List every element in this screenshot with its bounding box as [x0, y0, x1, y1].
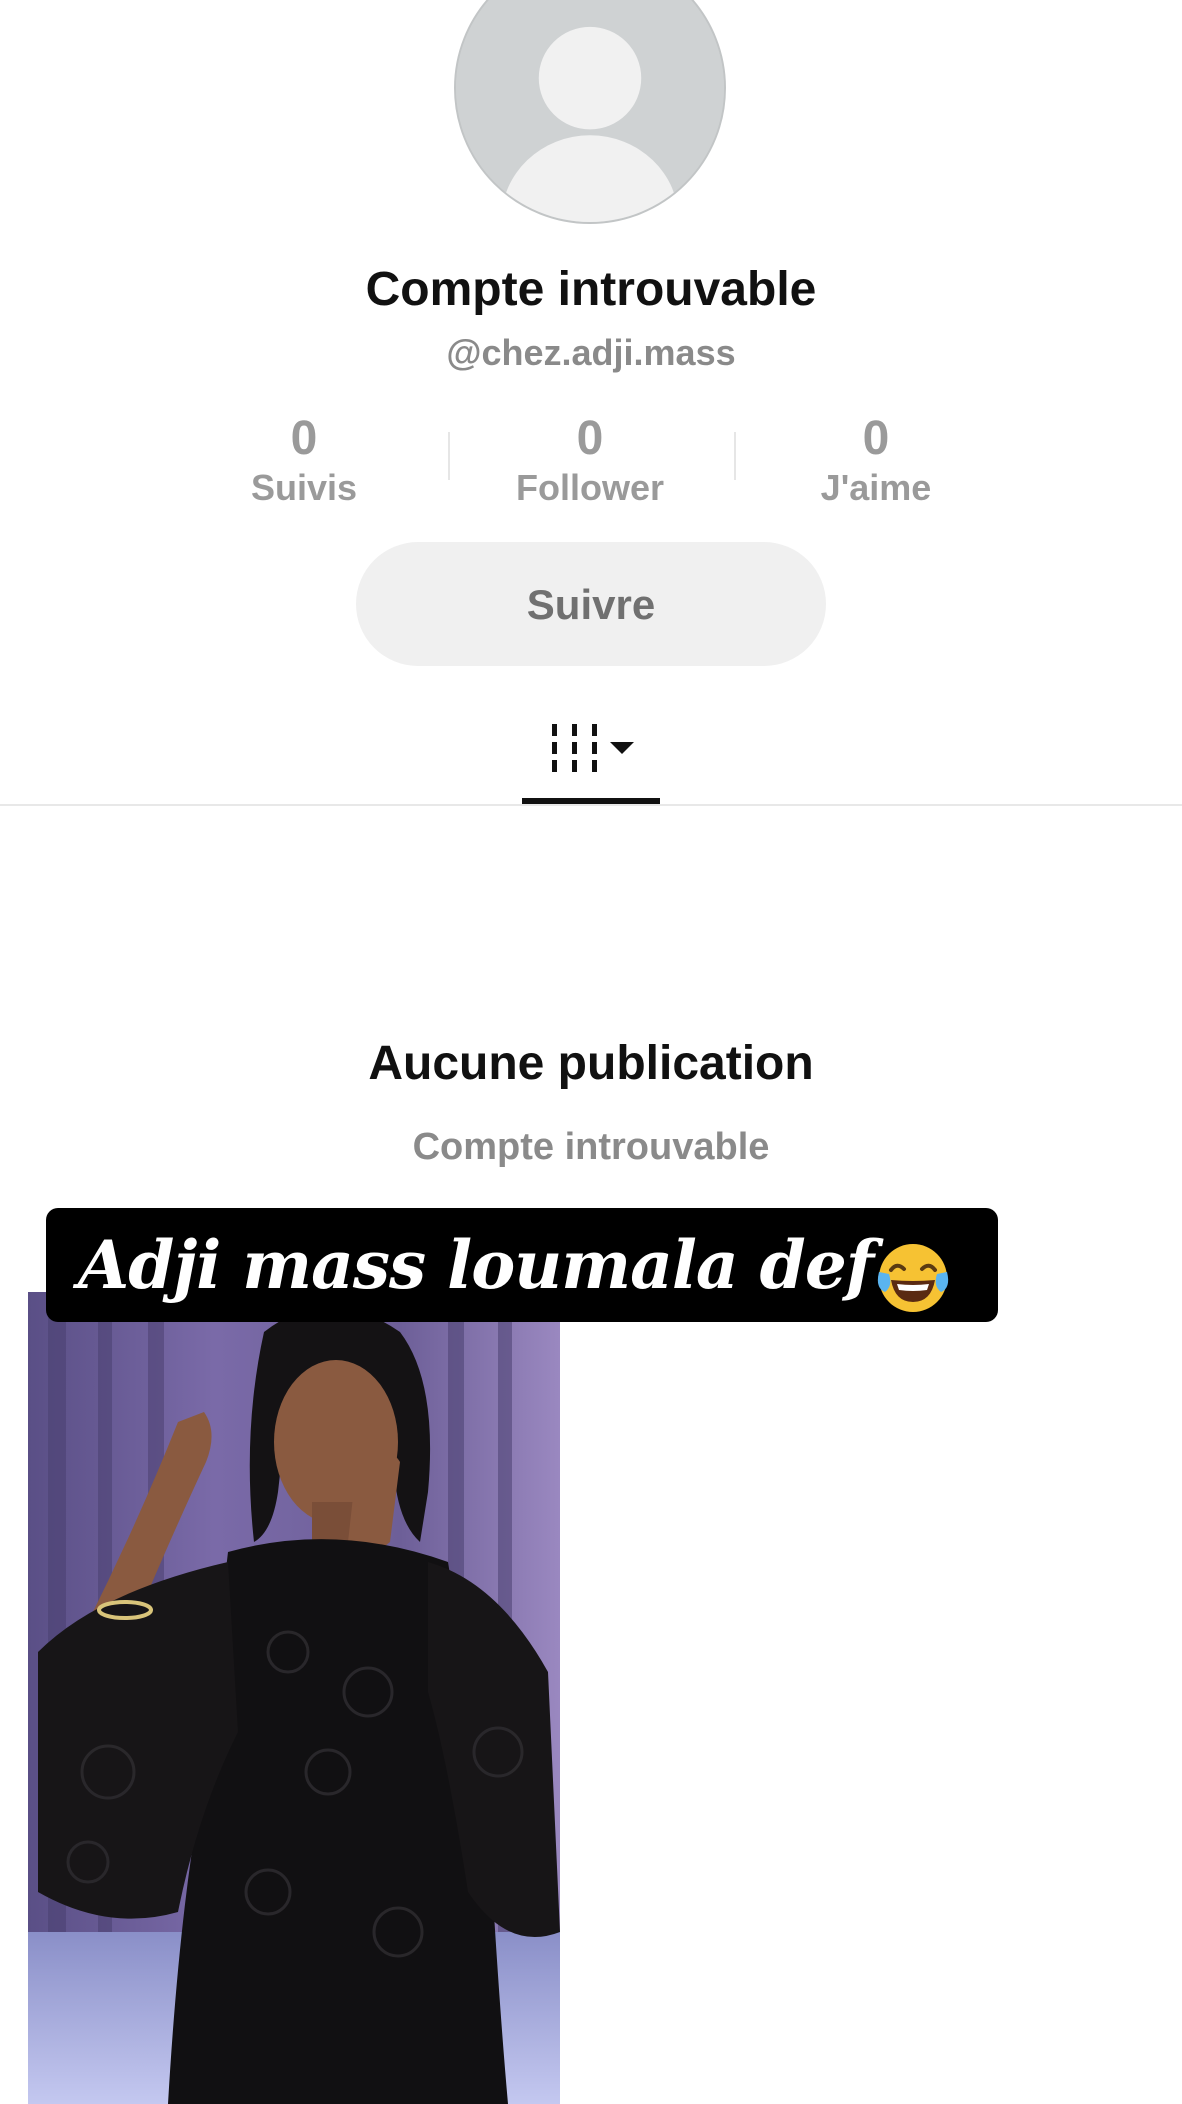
content-tab-bar — [0, 700, 1182, 806]
caret-down-icon — [610, 742, 634, 754]
avatar[interactable] — [454, 0, 726, 224]
stat-followers-label: Follower — [515, 467, 664, 508]
stat-likes-value: 0 — [862, 412, 890, 465]
stat-followers[interactable]: 0 Follower — [470, 412, 710, 510]
empty-state-title: Aucune publication — [368, 1037, 814, 1090]
caption-banner: Adji mass loumala def — [46, 1208, 998, 1322]
stat-likes[interactable]: 0 J'aime — [756, 412, 996, 510]
profile-title: Compte introuvable — [365, 263, 817, 316]
stats-row: 0 Suivis 0 Follower 0 J'aime — [0, 412, 1182, 522]
grid-filter-icon — [552, 724, 634, 772]
overlay-photo — [28, 1292, 560, 2104]
tab-videos[interactable] — [522, 718, 660, 806]
stat-likes-label: J'aime — [820, 467, 932, 508]
empty-state-subtitle: Compte introuvable — [412, 1126, 770, 1168]
stat-following-value: 0 — [290, 412, 318, 465]
tears-of-joy-emoji-icon — [878, 1243, 949, 1312]
woman-photo-image — [28, 1292, 560, 2104]
follow-button[interactable]: Suivre — [356, 542, 826, 666]
profile-page: Compte introuvable @chez.adji.mass 0 Sui… — [0, 0, 1182, 2104]
caption-text: Adji mass loumala def — [78, 1226, 874, 1304]
stat-following[interactable]: 0 Suivis — [184, 412, 424, 510]
stat-followers-value: 0 — [576, 412, 604, 465]
stat-following-label: Suivis — [250, 467, 358, 508]
active-tab-indicator — [522, 798, 660, 804]
default-avatar-icon — [456, 0, 724, 222]
profile-handle: @chez.adji.mass — [446, 332, 736, 373]
stat-divider — [448, 432, 450, 480]
stat-divider — [734, 432, 736, 480]
